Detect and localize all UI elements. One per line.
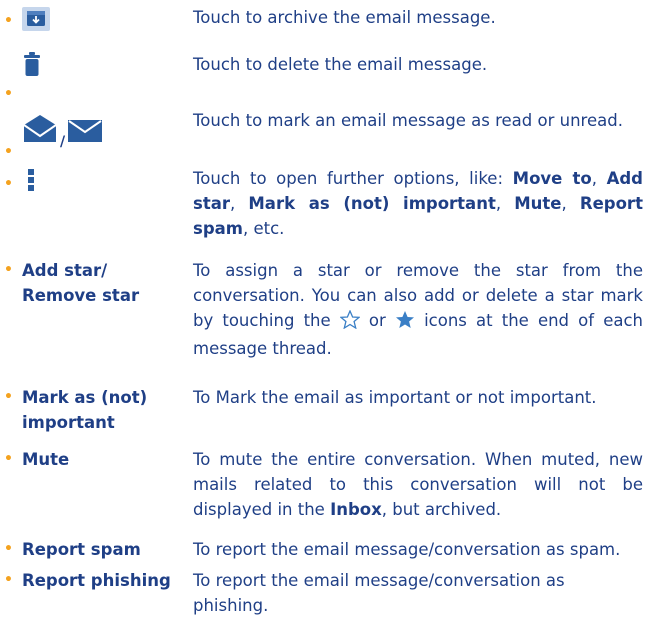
list-item-report-phishing: • Report phishing To report the email me…	[0, 568, 654, 615]
star-outline-icon	[339, 309, 361, 336]
list-item-read-unread: Touch to mark an email message as read o…	[0, 108, 654, 160]
document-page: • Touch to archive the email message. To…	[0, 0, 654, 615]
icon-separator: /	[60, 134, 66, 150]
bullet: •	[4, 144, 13, 160]
list-item-more-options: • Touch to open further options, like: M…	[0, 166, 654, 241]
list-item-archive: • Touch to archive the email message.	[0, 5, 654, 35]
description: Touch to open further options, like: Mov…	[193, 169, 643, 238]
term: Report phishing	[22, 571, 171, 590]
bullet: •	[4, 451, 13, 467]
option-mark-important: Mark as (not) important	[248, 194, 496, 213]
term: Add star/ Remove star	[22, 261, 140, 305]
list-item-delete: Touch to delete the email message. •	[0, 52, 654, 102]
list-item-report-spam: • Report spam To report the email messag…	[0, 537, 654, 563]
bullet: •	[4, 262, 13, 278]
term: Report spam	[22, 540, 141, 559]
archive-icon	[22, 7, 50, 38]
term: Mute	[22, 450, 70, 469]
description: To report the email message/conversation…	[193, 540, 621, 559]
bullet: •	[4, 389, 13, 405]
option-move-to: Move to	[512, 169, 592, 188]
option-mute: Mute	[514, 194, 562, 213]
list-item-add-star: • Add star/ Remove star To assign a star…	[0, 258, 654, 358]
description: Touch to mark an email message as read o…	[193, 111, 623, 130]
bullet: •	[4, 176, 13, 192]
bullet: •	[4, 86, 13, 102]
term: Mark as (not) important	[22, 388, 148, 432]
open-envelope-icon	[22, 114, 58, 149]
star-filled-icon	[395, 310, 415, 336]
description: To mute the entire conversation. When mu…	[193, 450, 643, 519]
closed-envelope-icon	[68, 120, 102, 149]
inbox-label: Inbox	[330, 500, 382, 519]
description: To Mark the email as important or not im…	[193, 388, 597, 407]
description: Touch to archive the email message.	[193, 8, 496, 27]
description: To report the email message/conversation…	[193, 571, 565, 615]
list-item-mark-important: • Mark as (not) important To Mark the em…	[0, 385, 654, 437]
bullet: •	[4, 13, 13, 29]
more-options-icon	[28, 169, 34, 198]
bullet: •	[4, 572, 13, 588]
trash-icon	[24, 52, 40, 83]
list-item-mute: • Mute To mute the entire conversation. …	[0, 447, 654, 522]
bullet: •	[4, 541, 13, 557]
description: To assign a star or remove the star from…	[193, 261, 643, 358]
description: Touch to delete the email message.	[193, 55, 488, 74]
